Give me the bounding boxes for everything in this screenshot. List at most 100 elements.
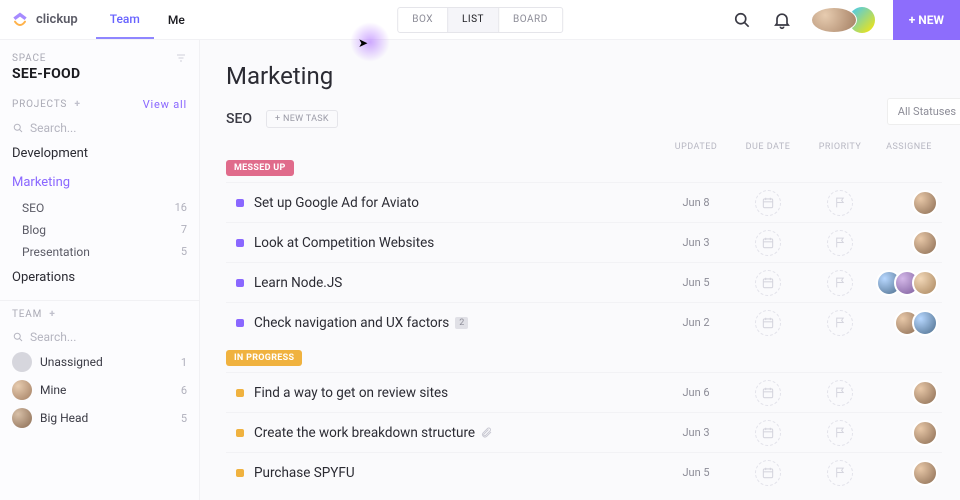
task-title[interactable]: Purchase SPYFU <box>254 465 660 481</box>
status-bullet-icon[interactable] <box>236 469 244 477</box>
all-statuses-toggle[interactable]: All Statuses <box>887 98 960 125</box>
assignee-cell[interactable] <box>876 380 942 406</box>
user-avatar-cluster[interactable] <box>811 7 875 33</box>
assignee-cell[interactable] <box>876 270 942 296</box>
status-pill[interactable]: MESSED UP <box>226 160 294 176</box>
sidebar-sub-blog[interactable]: Blog7 <box>0 219 199 241</box>
priority-cell[interactable] <box>804 460 876 486</box>
calendar-icon[interactable] <box>755 420 781 446</box>
calendar-icon[interactable] <box>755 380 781 406</box>
sidebar-project-operations[interactable]: Operations <box>0 263 199 292</box>
task-title[interactable]: Look at Competition Websites <box>254 235 660 251</box>
avatar[interactable] <box>912 460 938 486</box>
new-button[interactable]: + NEW <box>893 0 960 40</box>
avatar[interactable] <box>912 270 938 296</box>
priority-cell[interactable] <box>804 310 876 336</box>
sidebar-sub-presentation[interactable]: Presentation5 <box>0 241 199 263</box>
team-header: TEAM + <box>0 309 199 326</box>
due-cell[interactable] <box>732 270 804 296</box>
due-cell[interactable] <box>732 190 804 216</box>
calendar-icon[interactable] <box>755 310 781 336</box>
status-bullet-icon[interactable] <box>236 429 244 437</box>
status-bullet-icon[interactable] <box>236 279 244 287</box>
flag-icon[interactable] <box>827 310 853 336</box>
filter-icon[interactable] <box>175 52 187 64</box>
team-row-mine[interactable]: Mine6 <box>0 376 199 404</box>
sidebar-sub-seo[interactable]: SEO16 <box>0 197 199 219</box>
flag-icon[interactable] <box>827 270 853 296</box>
avatar[interactable] <box>912 190 938 216</box>
status-bullet-icon[interactable] <box>236 389 244 397</box>
status-bullet-icon[interactable] <box>236 239 244 247</box>
calendar-icon[interactable] <box>755 460 781 486</box>
task-row[interactable]: Set up Google Ad for AviatoJun 8 <box>226 182 942 222</box>
assignee-cell[interactable] <box>876 420 942 446</box>
flag-icon[interactable] <box>827 380 853 406</box>
sidebar-project-marketing[interactable]: Marketing <box>0 168 199 197</box>
task-title[interactable]: Create the work breakdown structure <box>254 425 660 441</box>
due-cell[interactable] <box>732 310 804 336</box>
view-board[interactable]: BOARD <box>498 8 562 32</box>
add-project-icon[interactable]: + <box>74 99 80 110</box>
flag-icon[interactable] <box>827 230 853 256</box>
col-assignee[interactable]: ASSIGNEE <box>876 142 942 152</box>
due-cell[interactable] <box>732 230 804 256</box>
sidebar-project-development[interactable]: Development <box>0 139 199 168</box>
due-cell[interactable] <box>732 420 804 446</box>
bell-icon[interactable] <box>771 9 793 31</box>
priority-cell[interactable] <box>804 270 876 296</box>
calendar-icon[interactable] <box>755 190 781 216</box>
avatar[interactable] <box>912 310 938 336</box>
col-priority[interactable]: PRIORITY <box>804 142 876 152</box>
calendar-icon[interactable] <box>755 230 781 256</box>
view-toggle: BOX LIST BOARD <box>397 7 563 33</box>
assignee-cell[interactable] <box>876 190 942 216</box>
calendar-icon[interactable] <box>755 270 781 296</box>
assignee-cell[interactable] <box>876 460 942 486</box>
due-cell[interactable] <box>732 460 804 486</box>
status-bullet-icon[interactable] <box>236 319 244 327</box>
brand-logo[interactable]: clickup <box>0 10 90 30</box>
avatar[interactable] <box>912 230 938 256</box>
flag-icon[interactable] <box>827 460 853 486</box>
task-row[interactable]: Find a way to get on review sitesJun 6 <box>226 372 942 412</box>
due-cell[interactable] <box>732 380 804 406</box>
task-title[interactable]: Learn Node.JS <box>254 275 660 291</box>
task-row[interactable]: Check navigation and UX factors2Jun 2 <box>226 302 942 342</box>
col-due[interactable]: DUE DATE <box>732 142 804 152</box>
team-search[interactable]: Search... <box>0 326 199 348</box>
task-row[interactable]: Purchase SPYFUJun 5 <box>226 452 942 492</box>
status-pill[interactable]: IN PROGRESS <box>226 350 302 366</box>
priority-cell[interactable] <box>804 380 876 406</box>
view-box[interactable]: BOX <box>398 8 447 32</box>
assignee-cell[interactable] <box>876 310 942 336</box>
task-row[interactable]: Create the work breakdown structureJun 3 <box>226 412 942 452</box>
avatar[interactable] <box>912 380 938 406</box>
status-bullet-icon[interactable] <box>236 199 244 207</box>
task-row[interactable]: Look at Competition WebsitesJun 3 <box>226 222 942 262</box>
add-team-icon[interactable]: + <box>49 309 55 320</box>
tab-me[interactable]: Me <box>154 0 199 39</box>
view-list[interactable]: LIST <box>447 8 498 32</box>
task-title[interactable]: Check navigation and UX factors2 <box>254 315 660 331</box>
avatar[interactable] <box>912 420 938 446</box>
priority-cell[interactable] <box>804 190 876 216</box>
updated-cell: Jun 8 <box>660 196 732 209</box>
project-search[interactable]: Search... <box>0 117 199 139</box>
col-updated[interactable]: UPDATED <box>660 142 732 152</box>
search-icon[interactable] <box>731 9 753 31</box>
flag-icon[interactable] <box>827 190 853 216</box>
team-row-bighead[interactable]: Big Head5 <box>0 404 199 432</box>
team-row-unassigned[interactable]: Unassigned1 <box>0 348 199 376</box>
task-title[interactable]: Find a way to get on review sites <box>254 385 660 401</box>
view-all-link[interactable]: View all <box>143 98 187 111</box>
priority-cell[interactable] <box>804 230 876 256</box>
new-task-button[interactable]: + NEW TASK <box>266 110 338 128</box>
task-row[interactable]: Learn Node.JSJun 5 <box>226 262 942 302</box>
task-title[interactable]: Set up Google Ad for Aviato <box>254 195 660 211</box>
assignee-cell[interactable] <box>876 230 942 256</box>
tab-team[interactable]: Team <box>96 0 154 39</box>
priority-cell[interactable] <box>804 420 876 446</box>
space-name[interactable]: SEE-FOOD <box>0 66 199 98</box>
flag-icon[interactable] <box>827 420 853 446</box>
